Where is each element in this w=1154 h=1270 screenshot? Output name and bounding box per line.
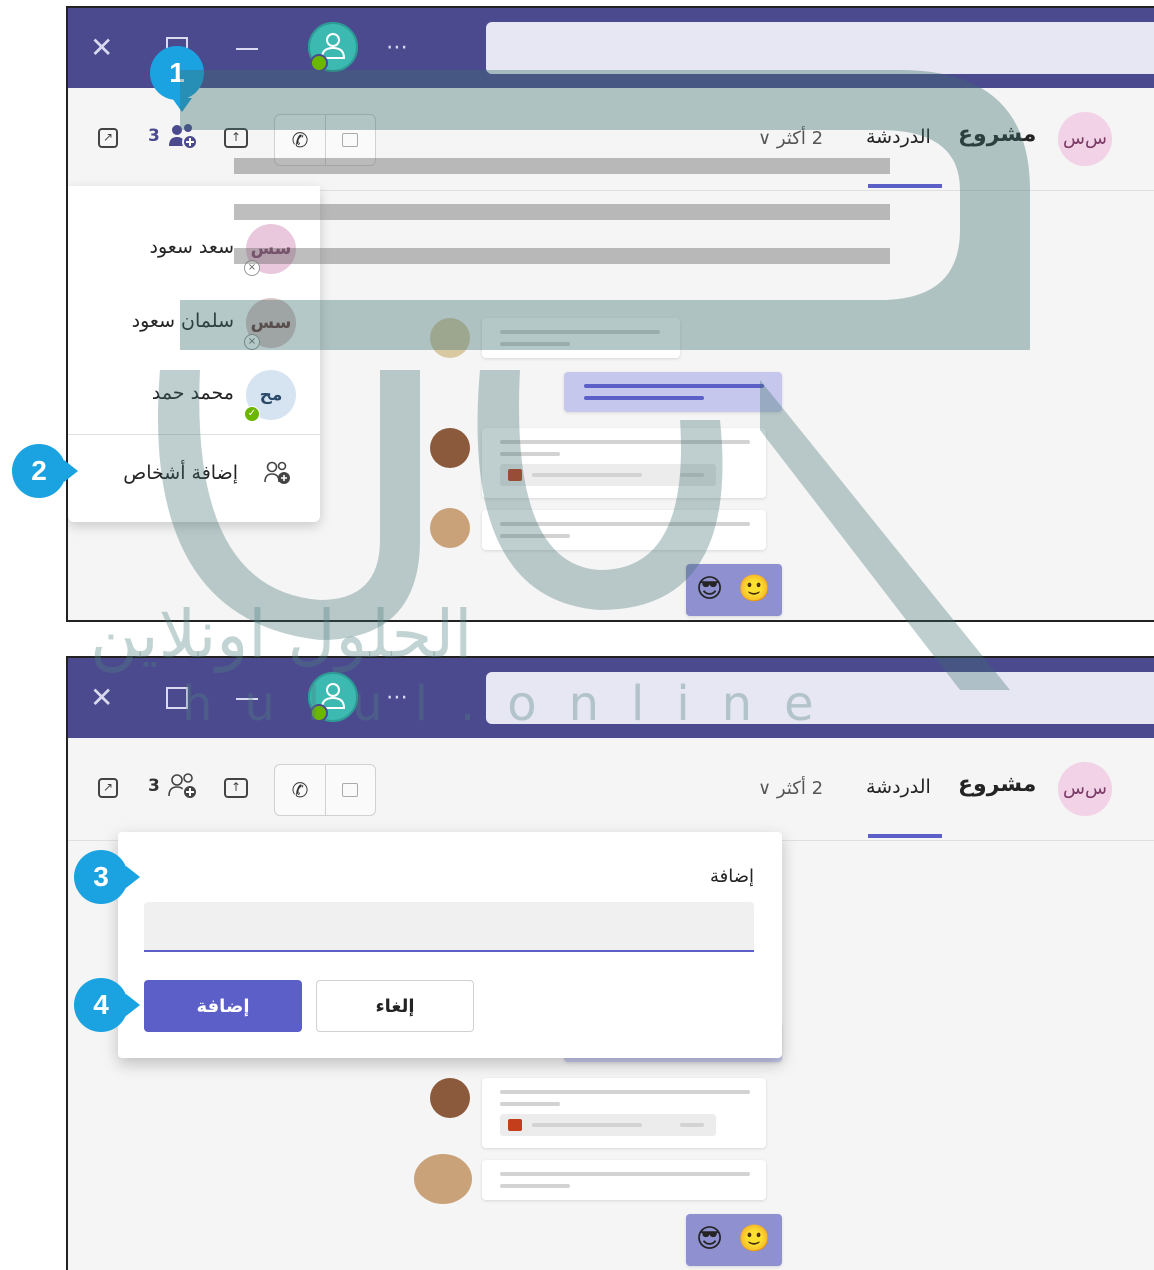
teams-window-2: ✕ ⋯ ↗ 3 ↑ ✆ 2 أكثر ∨ الدردشة bbox=[66, 656, 1154, 1270]
message-bubble bbox=[482, 510, 766, 550]
add-people-label: إضافة أشخاص bbox=[123, 462, 238, 484]
audio-call-icon[interactable]: ✆ bbox=[275, 765, 326, 815]
more-tabs-dropdown[interactable]: 2 أكثر ∨ bbox=[758, 128, 823, 149]
title-bar: ✕ ⋯ bbox=[68, 658, 1154, 738]
add-people-dialog: إضافة إضافة إلغاء bbox=[118, 832, 782, 1058]
step-callout: 2 bbox=[12, 444, 78, 498]
message-bubble bbox=[482, 1160, 766, 1200]
tab-chat[interactable]: الدردشة bbox=[866, 776, 931, 798]
participant-name: سعد سعود bbox=[149, 236, 234, 258]
divider bbox=[68, 434, 320, 435]
message-bubble bbox=[482, 428, 766, 498]
participant-item[interactable]: مح ✓ محمد حمد bbox=[76, 366, 296, 426]
step-callout: 4 bbox=[74, 978, 140, 1032]
search-bar[interactable] bbox=[486, 672, 1154, 724]
video-call-icon[interactable] bbox=[325, 765, 375, 815]
message-bubble bbox=[482, 1078, 766, 1148]
share-screen-icon[interactable]: ↑ bbox=[224, 778, 248, 798]
add-button[interactable]: إضافة bbox=[144, 980, 302, 1032]
maximize-icon[interactable] bbox=[166, 687, 188, 709]
minimize-icon[interactable] bbox=[236, 48, 258, 50]
more-tabs-dropdown[interactable]: 2 أكثر ∨ bbox=[758, 778, 823, 799]
step-callout: 1 bbox=[150, 46, 204, 112]
share-screen-icon[interactable]: ↑ bbox=[224, 128, 248, 148]
avatar-icon bbox=[414, 1154, 472, 1204]
profile-avatar[interactable] bbox=[308, 672, 358, 722]
cancel-button[interactable]: إلغاء bbox=[316, 980, 474, 1032]
own-message-bubble bbox=[564, 372, 782, 412]
more-options-icon[interactable]: ⋯ bbox=[386, 28, 409, 68]
chat-header: ↗ 3 ↑ ✆ 2 أكثر ∨ الدردشة مشروع س‌س bbox=[68, 738, 1154, 841]
minimize-icon[interactable] bbox=[236, 698, 258, 700]
video-call-icon[interactable] bbox=[325, 115, 375, 165]
pop-out-icon[interactable]: ↗ bbox=[98, 128, 118, 148]
group-avatar: س‌س bbox=[1058, 762, 1112, 816]
active-tab-indicator bbox=[868, 184, 942, 188]
participant-count[interactable]: 3 bbox=[148, 776, 160, 796]
tab-chat[interactable]: الدردشة bbox=[866, 126, 931, 148]
add-people-icon[interactable] bbox=[168, 772, 198, 800]
profile-avatar[interactable] bbox=[308, 22, 358, 72]
step-callout: 3 bbox=[74, 850, 140, 904]
emoji-message: 😎 🙂 bbox=[686, 564, 782, 616]
powerpoint-icon bbox=[508, 469, 522, 481]
audio-call-icon[interactable]: ✆ bbox=[275, 115, 326, 165]
search-bar[interactable] bbox=[486, 22, 1154, 74]
call-buttons: ✆ bbox=[274, 114, 376, 166]
title-bar: ✕ ⋯ bbox=[68, 8, 1154, 88]
chat-title: مشروع bbox=[958, 122, 1037, 147]
pop-out-icon[interactable]: ↗ bbox=[98, 778, 118, 798]
emoji-message: 😎 🙂 bbox=[686, 1214, 782, 1266]
add-people-icon bbox=[264, 461, 290, 484]
close-icon[interactable]: ✕ bbox=[90, 28, 113, 68]
participant-count[interactable]: 3 bbox=[148, 126, 160, 146]
participant-item[interactable]: سس × سعد سعود bbox=[76, 220, 296, 280]
add-people-input[interactable] bbox=[144, 902, 754, 952]
sunglasses-emoji-icon: 😎 bbox=[696, 1224, 724, 1254]
participant-item[interactable]: سس × سلمان سعود bbox=[76, 294, 296, 354]
chat-title: مشروع bbox=[958, 772, 1037, 797]
chat-header: ↗ 3 ↑ ✆ 2 أكثر ∨ الدردشة مشروع س‌س bbox=[68, 88, 1154, 191]
message-bubble bbox=[482, 318, 680, 358]
add-people-icon[interactable] bbox=[168, 122, 198, 150]
avatar-icon bbox=[430, 428, 470, 468]
presence-available-icon bbox=[310, 54, 328, 72]
teams-window-1: ✕ ⋯ ↗ 3 ↑ ✆ 2 أكثر ∨ الدردشة bbox=[66, 6, 1154, 622]
avatar-icon bbox=[430, 508, 470, 548]
active-tab-indicator bbox=[868, 834, 942, 838]
smile-emoji-icon: 🙂 bbox=[738, 1224, 771, 1254]
call-buttons: ✆ bbox=[274, 764, 376, 816]
participants-dropdown: سس × سعد سعود سس × سلمان سعود مح ✓ محمد … bbox=[68, 186, 320, 522]
offline-status-icon: × bbox=[244, 334, 260, 350]
participant-name: سلمان سعود bbox=[131, 310, 234, 332]
smile-emoji-icon: 🙂 bbox=[738, 574, 771, 604]
add-people-button[interactable]: إضافة أشخاص bbox=[92, 456, 292, 492]
presence-available-icon bbox=[310, 704, 328, 722]
available-status-icon: ✓ bbox=[244, 406, 260, 422]
offline-status-icon: × bbox=[244, 260, 260, 276]
participant-name: محمد حمد bbox=[151, 382, 234, 404]
more-options-icon[interactable]: ⋯ bbox=[386, 678, 409, 718]
dialog-label: إضافة bbox=[709, 866, 754, 887]
sunglasses-emoji-icon: 😎 bbox=[696, 574, 724, 604]
avatar-icon bbox=[430, 318, 470, 358]
avatar-icon bbox=[430, 1078, 470, 1118]
powerpoint-icon bbox=[508, 1119, 522, 1131]
close-icon[interactable]: ✕ bbox=[90, 678, 113, 718]
group-avatar: س‌س bbox=[1058, 112, 1112, 166]
